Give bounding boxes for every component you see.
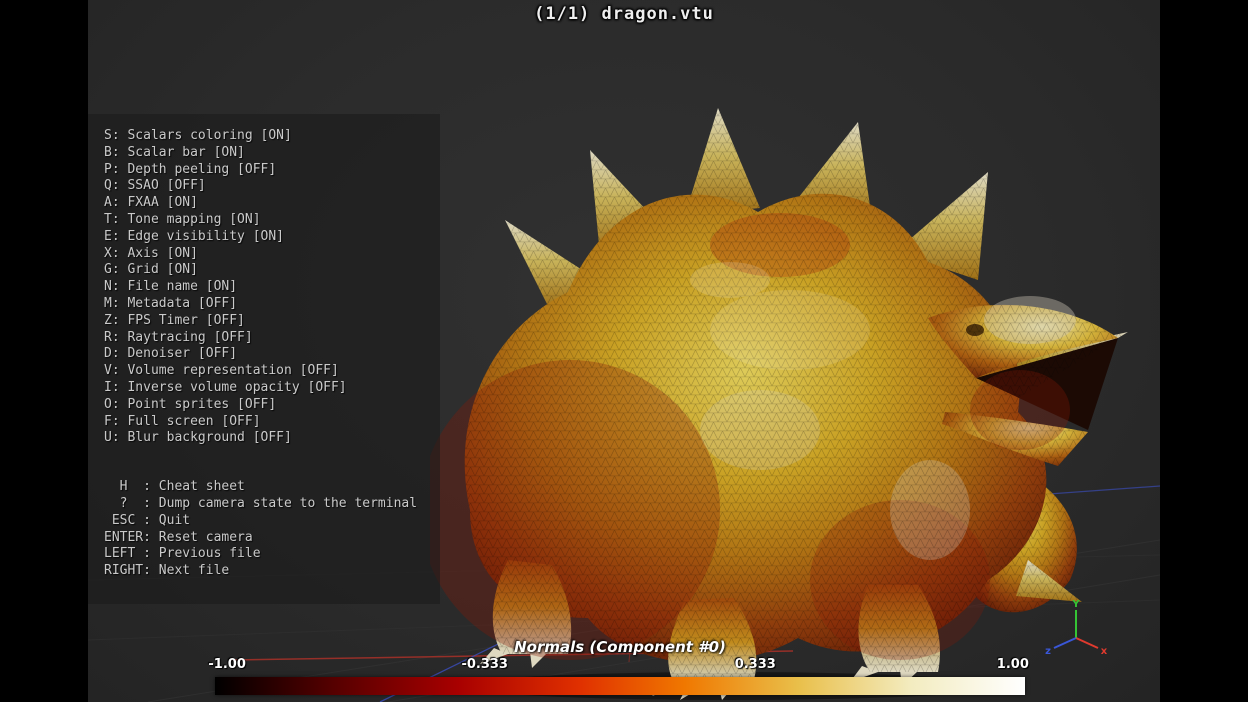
- cheatsheet-panel: S: Scalars coloring [ON] B: Scalar bar […: [88, 114, 440, 604]
- cheatsheet-toggle-line: Z: FPS Timer [OFF]: [104, 313, 440, 330]
- cheatsheet-toggle-line: D: Denoiser [OFF]: [104, 346, 440, 363]
- scalar-bar-gradient: [215, 677, 1025, 695]
- cheatsheet-toggle-line: V: Volume representation [OFF]: [104, 363, 440, 380]
- cheatsheet-toggle-line: O: Point sprites [OFF]: [104, 397, 440, 414]
- x-axis-arrow: [1076, 638, 1098, 648]
- cheatsheet-toggle-line: M: Metadata [OFF]: [104, 296, 440, 313]
- cheatsheet-toggle-line: Q: SSAO [OFF]: [104, 178, 440, 195]
- scalar-bar-tick: 0.333: [735, 657, 776, 672]
- cheatsheet-command-line: ? : Dump camera state to the terminal: [104, 496, 440, 513]
- x-axis-label: x: [1101, 646, 1108, 657]
- cheatsheet-toggle-line: A: FXAA [ON]: [104, 195, 440, 212]
- axes-widget: Y x z: [1040, 598, 1116, 674]
- scalar-bar-tick: -1.00: [208, 657, 245, 672]
- cheatsheet-toggle-line: T: Tone mapping [ON]: [104, 212, 440, 229]
- cheatsheet-command-line: RIGHT: Next file: [104, 563, 440, 580]
- cheatsheet-toggle-line: G: Grid [ON]: [104, 262, 440, 279]
- cheatsheet-toggle-line: S: Scalars coloring [ON]: [104, 128, 440, 145]
- dragon-model: [430, 80, 1130, 702]
- cheatsheet-toggle-line: I: Inverse volume opacity [OFF]: [104, 380, 440, 397]
- cheatsheet-toggle-line: U: Blur background [OFF]: [104, 430, 440, 447]
- window-title: (1/1) dragon.vtu: [88, 4, 1160, 24]
- cheatsheet-toggle-line: B: Scalar bar [ON]: [104, 145, 440, 162]
- scalar-bar-ticks: -1.00 -0.333 0.333 1.00: [215, 657, 1025, 673]
- scalar-bar-tick: -0.333: [461, 657, 508, 672]
- z-axis-label: z: [1045, 646, 1051, 657]
- cheatsheet-toggle-line: R: Raytracing [OFF]: [104, 330, 440, 347]
- cheatsheet-toggle-line: F: Full screen [OFF]: [104, 414, 440, 431]
- cheatsheet-command-line: H : Cheat sheet: [104, 479, 440, 496]
- viewport-3d[interactable]: (1/1) dragon.vtu S: Scalars coloring [ON…: [88, 0, 1160, 702]
- y-axis-label: Y: [1071, 599, 1080, 610]
- z-axis-arrow: [1054, 638, 1076, 648]
- cheatsheet-toggle-line: E: Edge visibility [ON]: [104, 229, 440, 246]
- cheatsheet-command-line: ENTER: Reset camera: [104, 530, 440, 547]
- cheatsheet-toggle-line: X: Axis [ON]: [104, 246, 440, 263]
- cheatsheet-command-line: LEFT : Previous file: [104, 546, 440, 563]
- cheatsheet-command-line: ESC : Quit: [104, 513, 440, 530]
- cheatsheet-toggle-line: N: File name [ON]: [104, 279, 440, 296]
- scalar-bar-title: Normals (Component #0): [215, 638, 1025, 656]
- cheatsheet-toggle-line: P: Depth peeling [OFF]: [104, 162, 440, 179]
- f3d-window: (1/1) dragon.vtu S: Scalars coloring [ON…: [0, 0, 1248, 702]
- cheatsheet-gap: [104, 447, 440, 479]
- scalar-bar-tick: 1.00: [997, 657, 1029, 672]
